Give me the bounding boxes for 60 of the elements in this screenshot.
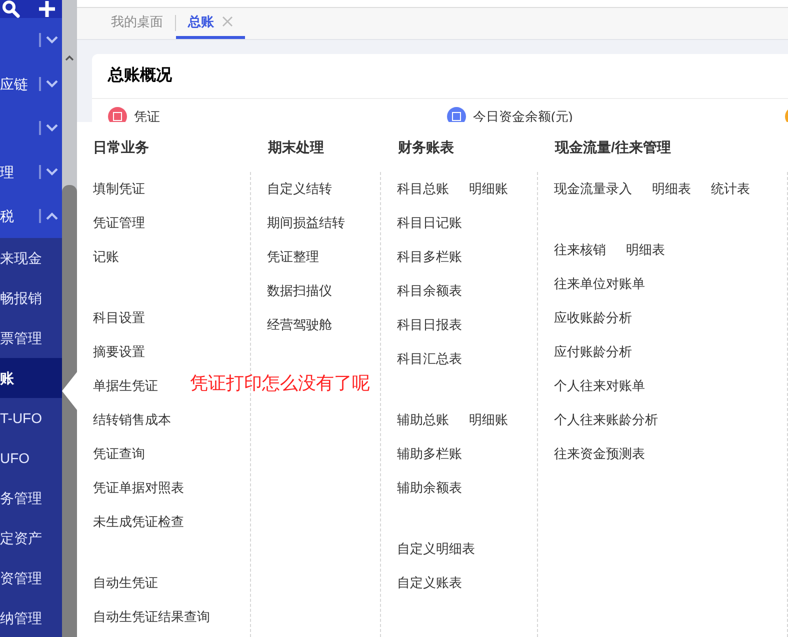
menu-column-heading: 现金流量/往来管理 [555, 138, 671, 156]
menu-link[interactable]: 凭证查询 [93, 444, 145, 464]
chevron-down-icon[interactable] [46, 168, 58, 176]
card-title: 总账概况 [92, 54, 788, 99]
menu-link[interactable]: 数据扫描仪 [267, 281, 332, 301]
menu-link[interactable]: 应收账龄分析 [554, 308, 632, 328]
menu-link[interactable]: 未生成凭证检查 [93, 512, 184, 532]
menu-link[interactable]: 现金流量录入 [554, 179, 632, 199]
menu-link[interactable]: 应付账龄分析 [554, 342, 632, 362]
menu-link[interactable]: 明细表 [626, 240, 665, 260]
menu-link[interactable]: 科目余额表 [397, 281, 462, 301]
tab[interactable]: 总账 [176, 7, 245, 39]
menu-link[interactable]: 填制凭证 [93, 179, 145, 199]
annotation-text: 凭证打印怎么没有了呢 [190, 372, 370, 395]
menu-link[interactable]: 往来核销 [554, 240, 606, 260]
menu-link[interactable]: 自定义账表 [397, 573, 462, 593]
menu-link[interactable]: 单据生凭证 [93, 376, 158, 396]
menu-link[interactable]: 往来单位对账单 [554, 274, 645, 294]
menu-column-heading: 期末处理 [268, 138, 324, 156]
menu-link[interactable]: 自定义明细表 [397, 539, 475, 559]
menu-link[interactable]: 凭证管理 [93, 213, 145, 233]
sidebar-item[interactable]: 账 [0, 358, 62, 398]
menu-link[interactable]: 期间损益结转 [267, 213, 345, 233]
menu-link[interactable]: 科目日记账 [397, 213, 462, 233]
menu-link[interactable]: 个人往来账龄分析 [554, 410, 658, 430]
chevron-down-icon[interactable] [46, 124, 58, 132]
menu-column-heading: 财务账表 [398, 138, 454, 156]
sidebar-group-label[interactable]: 税 [0, 206, 14, 226]
menu-link[interactable]: 自动生凭证 [93, 573, 158, 593]
menu-column-heading: 日常业务 [93, 138, 149, 156]
menu-link[interactable]: 明细账 [469, 179, 508, 199]
scrollbar-thumb[interactable] [62, 185, 77, 637]
menu-link[interactable]: 辅助多栏账 [397, 444, 462, 464]
add-icon[interactable] [38, 0, 56, 18]
menu-link[interactable]: 科目日报表 [397, 315, 462, 335]
menu-link[interactable]: 科目设置 [93, 308, 145, 328]
menu-link[interactable]: 凭证单据对照表 [93, 478, 184, 498]
menu-link[interactable]: 自定义结转 [267, 179, 332, 199]
menu-link[interactable]: 自动生凭证结果查询 [93, 607, 210, 627]
chevron-down-icon[interactable] [46, 80, 58, 88]
menu-link[interactable]: 经营驾驶舱 [267, 315, 332, 335]
chevron-up-icon[interactable] [46, 212, 58, 220]
menu-link[interactable]: 摘要设置 [93, 342, 145, 362]
menu-link[interactable]: 往来资金预测表 [554, 444, 645, 464]
chevron-down-icon[interactable] [46, 36, 58, 44]
search-icon[interactable] [2, 0, 20, 18]
menu-link[interactable]: 记账 [93, 247, 119, 267]
menu-link[interactable]: 科目总账 [397, 179, 449, 199]
sidebar-group-label[interactable]: 理 [0, 162, 14, 182]
menu-link[interactable]: 科目多栏账 [397, 247, 462, 267]
menu-link[interactable]: 统计表 [711, 179, 750, 199]
sidebar-group-label[interactable]: 应链 [0, 74, 28, 94]
menu-link[interactable]: 辅助总账 [397, 410, 449, 430]
menu-link[interactable]: 明细账 [469, 410, 508, 430]
menu-link[interactable]: 个人往来对账单 [554, 376, 645, 396]
menu-link[interactable]: 凭证整理 [267, 247, 319, 267]
menu-link[interactable]: 结转销售成本 [93, 410, 171, 430]
menu-link[interactable]: 明细表 [652, 179, 691, 199]
menu-link[interactable]: 科目汇总表 [397, 349, 462, 369]
menu-link[interactable]: 辅助余额表 [397, 478, 462, 498]
